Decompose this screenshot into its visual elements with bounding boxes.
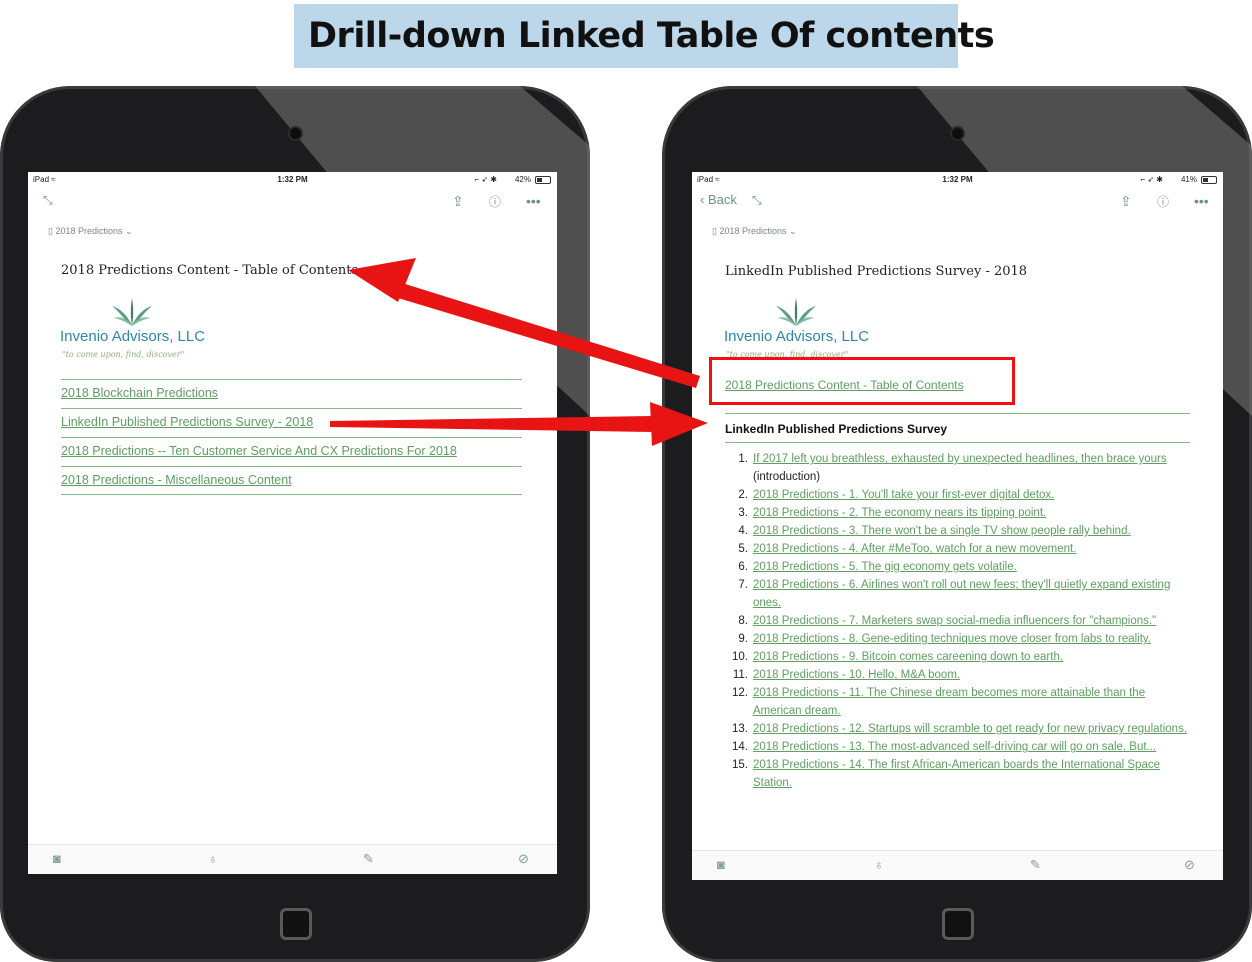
arrow-back-to-toc	[348, 258, 700, 388]
annotation-arrows	[330, 258, 708, 446]
arrow-to-survey-note	[330, 402, 708, 446]
